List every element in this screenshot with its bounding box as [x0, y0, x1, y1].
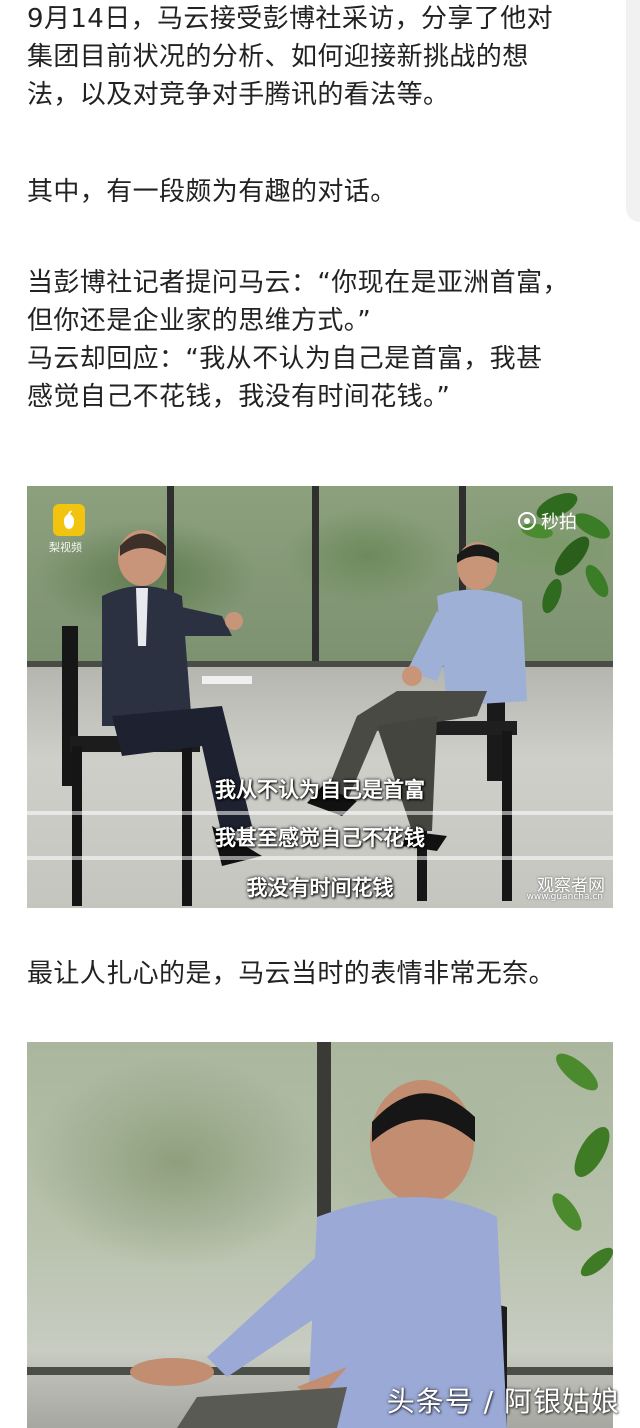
- quote-line: 马云却回应：“我从不认为自己是首富，我甚: [27, 344, 543, 374]
- jack-ma-figure: [307, 542, 527, 901]
- quote-line: 但你还是企业家的思维方式。”: [27, 306, 372, 336]
- guancha-url: www.guancha.cn: [526, 892, 603, 902]
- reaction-line: 最让人扎心的是，马云当时的表情非常无奈。: [27, 959, 556, 989]
- jack-ma-closeup: [130, 1080, 507, 1428]
- miaopai-label: 秒拍: [541, 512, 577, 533]
- intro-line: 法，以及对竞争对手腾讯的看法等。: [27, 80, 450, 110]
- reaction-paragraph: 最让人扎心的是，马云当时的表情非常无奈。: [27, 955, 619, 993]
- frame-seam: [27, 856, 613, 860]
- pear-video-label: 梨视频: [49, 541, 82, 554]
- subtitle-line-3: 我没有时间花钱: [246, 876, 394, 900]
- quote-line: 当彭博社记者提问马云：“你现在是亚洲首富，: [27, 268, 569, 298]
- subtitle-line-2: 我甚至感觉自己不花钱: [215, 826, 425, 850]
- intro-line: 9月14日，马云接受彭博社采访，分享了他对: [27, 4, 554, 34]
- quote-line: 感觉自己不花钱，我没有时间花钱。”: [27, 382, 451, 412]
- camera-icon: [518, 512, 536, 530]
- toutiao-watermark: 头条号 / 阿银姑娘: [386, 1385, 620, 1418]
- miaopai-watermark: 秒拍: [517, 508, 577, 534]
- dialogue-intro-line: 其中，有一段颇为有趣的对话。: [27, 177, 397, 207]
- subtitle-line-1: 我从不认为自己是首富: [215, 778, 425, 802]
- pear-icon: [63, 510, 75, 529]
- frame-seam: [27, 811, 613, 815]
- scroll-indicator[interactable]: [626, 0, 640, 222]
- closeup-photo[interactable]: [27, 1042, 613, 1428]
- pear-video-logo: [53, 504, 85, 536]
- intro-line: 集团目前状况的分析、如何迎接新挑战的想: [27, 42, 529, 72]
- quote-paragraph: 当彭博社记者提问马云：“你现在是亚洲首富， 但你还是企业家的思维方式。” 马云却…: [27, 264, 619, 416]
- dialogue-intro-paragraph: 其中，有一段颇为有趣的对话。: [27, 173, 619, 211]
- interview-photo[interactable]: 梨视频 秒拍 我从不认为自己是首富 我甚至感觉自己不花钱 我没有时间花钱 观察者…: [27, 486, 613, 908]
- article-page: 9月14日，马云接受彭博社采访，分享了他对 集团目前状况的分析、如何迎接新挑战的…: [0, 0, 640, 1428]
- intro-paragraph: 9月14日，马云接受彭博社采访，分享了他对 集团目前状况的分析、如何迎接新挑战的…: [27, 0, 619, 114]
